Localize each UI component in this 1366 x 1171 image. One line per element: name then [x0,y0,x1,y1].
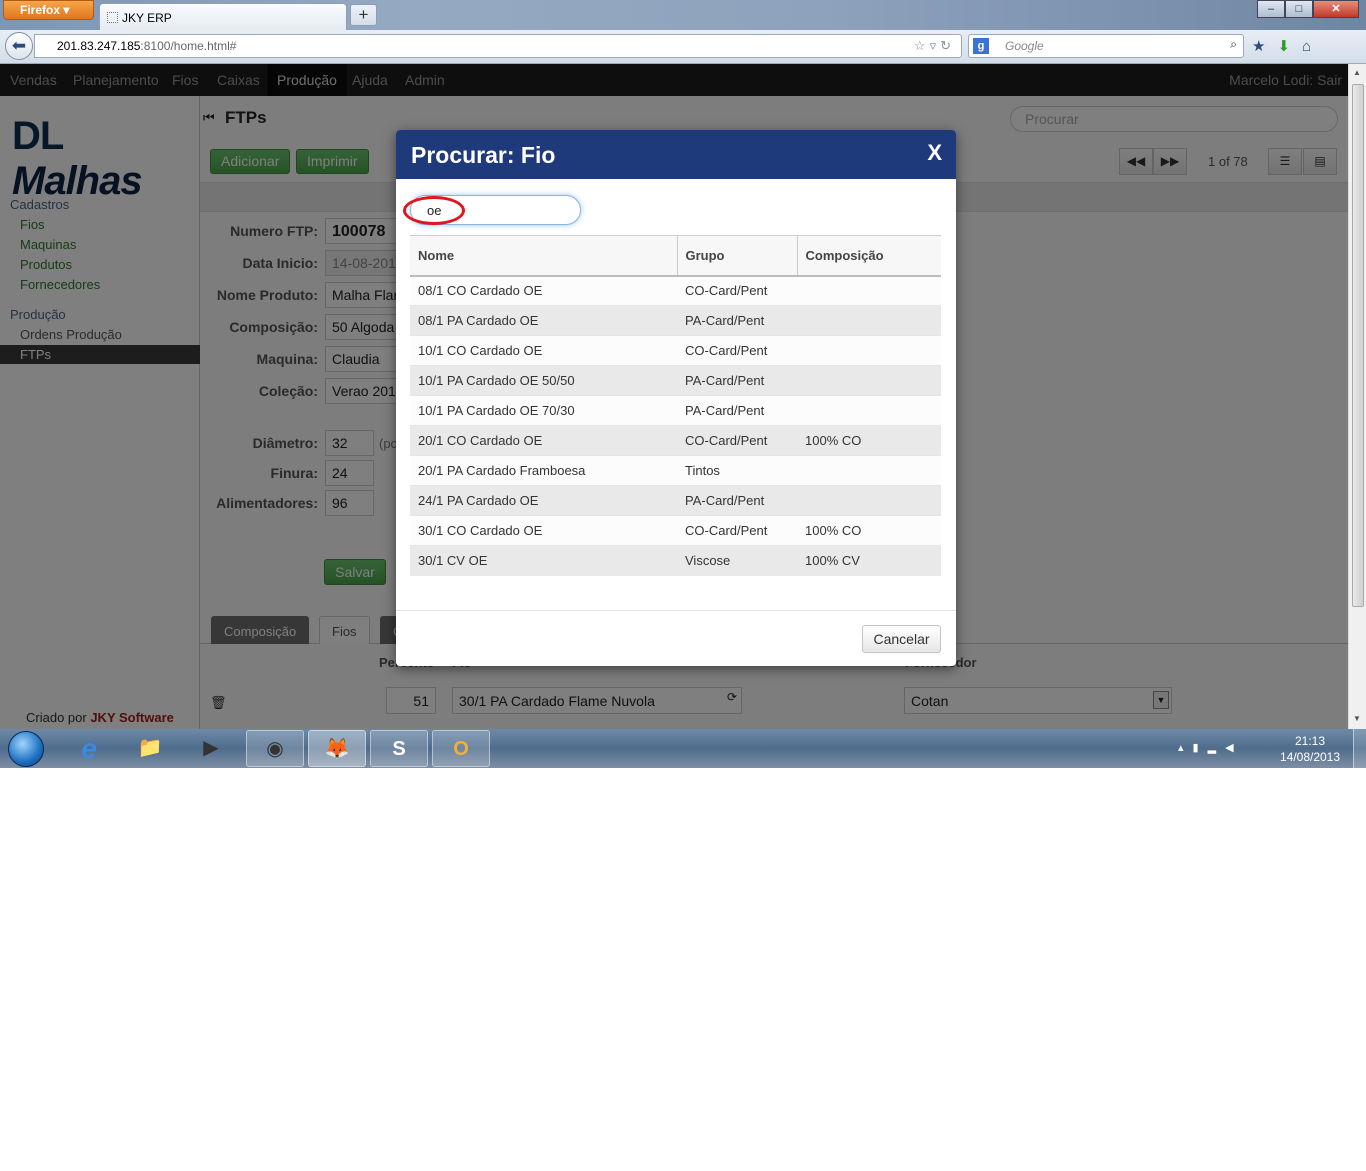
close-icon[interactable]: X [927,140,942,166]
screen: Firefox ▾ JKY ERP + – □ ✕ ⬅ 201.83.247.1… [0,0,1366,768]
bookmarks-icon[interactable]: ★ [1252,38,1277,55]
google-icon: g [973,38,989,54]
table-row[interactable]: 08/1 CO Cardado OE CO-Card/Pent [410,275,941,306]
home-icon[interactable]: ⌂ [1302,38,1323,55]
battery-icon: ▮ [1192,742,1208,754]
new-tab-button[interactable]: + [350,4,377,26]
bookmark-star-icon[interactable]: ☆▿↻ [914,38,955,54]
table-row[interactable]: 10/1 PA Cardado OE 70/30 PA-Card/Pent [410,395,941,426]
scroll-thumb[interactable] [1352,84,1364,607]
table-row[interactable]: 20/1 PA Cardado Framboesa Tintos [410,455,941,486]
tab-title: JKY ERP [122,11,172,25]
close-window-button[interactable]: ✕ [1313,0,1359,18]
maximize-button[interactable]: □ [1285,0,1313,18]
signal-icon: ▂ [1207,742,1226,754]
chrome-icon[interactable]: ◉ [246,730,304,767]
table-row[interactable]: 08/1 PA Cardado OE PA-Card/Pent [410,305,941,336]
header-grupo: Grupo [676,235,797,277]
browser-navbar: ⬅ 201.83.247.185:8100/home.html# ☆▿↻ g G… [0,30,1366,64]
page-icon [107,12,118,23]
web-search-input[interactable]: g Google ⌕ [968,34,1244,58]
system-tray[interactable]: ▴▮▂◀ [1178,741,1243,754]
media-player-icon[interactable]: ▶ [182,730,240,767]
back-arrow-icon[interactable]: ⬅ [5,32,33,60]
header-composicao: Composição [796,235,941,277]
download-icon[interactable]: ⬇ [1277,38,1302,55]
table-row[interactable]: 30/1 CV OE Viscose 100% CV [410,545,941,576]
file-explorer-icon[interactable]: 📁 [121,730,179,767]
results-table: Nome Grupo Composição 08/1 CO Cardado OE… [410,235,941,576]
show-desktop-button[interactable] [1353,729,1366,768]
clock-time: 21:13 [1294,734,1326,748]
taskbar: e 📁 ▶ ◉ 🦊 S O ▴▮▂◀ 21:13 14/08/2013 [0,729,1366,768]
minimize-button[interactable]: – [1257,0,1285,18]
toolbar-icons: ★⬇⌂ [1252,37,1323,55]
table-row[interactable]: 10/1 CO Cardado OE CO-Card/Pent [410,335,941,366]
browser-tab[interactable]: JKY ERP [99,3,347,30]
modal-header: Procurar: Fio X [396,130,956,179]
firefox-icon[interactable]: 🦊 [308,730,366,767]
search-modal: Procurar: Fio X oe Nome Grupo Composição… [396,130,956,666]
table-row[interactable]: 24/1 PA Cardado OE PA-Card/Pent [410,485,941,516]
skype-icon[interactable]: S [370,730,428,767]
scroll-up-icon[interactable]: ▲ [1353,68,1361,77]
volume-icon: ◀ [1225,742,1243,754]
table-row[interactable]: 10/1 PA Cardado OE 50/50 PA-Card/Pent [410,365,941,396]
url-path: :8100/home.html# [140,39,237,53]
page-scrollbar[interactable]: ▲ ▼ [1348,64,1366,729]
clock[interactable]: 21:13 14/08/2013 [1273,733,1347,765]
search-icon[interactable]: ⌕ [1230,37,1237,52]
window-controls: – □ ✕ [1257,0,1359,18]
highlight-annotation [403,196,465,225]
outlook-icon[interactable]: O [432,730,490,767]
internet-explorer-icon[interactable]: e [60,730,118,767]
modal-footer: Cancelar [396,610,956,666]
header-nome: Nome [410,235,677,277]
address-bar[interactable]: 201.83.247.185:8100/home.html# ☆▿↻ [34,34,962,58]
firefox-menu-button[interactable]: Firefox ▾ [3,0,94,20]
url-host: 201.83.247.185 [57,39,141,53]
cancel-button[interactable]: Cancelar [862,625,941,653]
table-row[interactable]: 30/1 CO Cardado OE CO-Card/Pent 100% CO [410,515,941,546]
tray-expand-icon: ▴ [1178,742,1193,754]
table-row[interactable]: 20/1 CO Cardado OE CO-Card/Pent 100% CO [410,425,941,456]
table-header-row: Nome Grupo Composição [410,235,941,277]
start-button[interactable] [8,731,44,767]
browser-titlebar: Firefox ▾ JKY ERP + – □ ✕ [0,0,1366,30]
clock-date: 14/08/2013 [1279,750,1341,764]
modal-title: Procurar: Fio [411,142,556,168]
scroll-down-icon[interactable]: ▼ [1353,714,1361,723]
